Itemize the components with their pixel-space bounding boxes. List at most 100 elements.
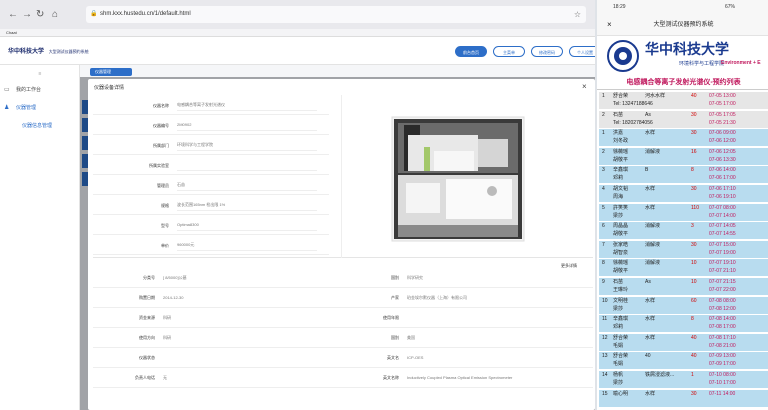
row-user: 周晶晶 [613,223,629,230]
sidebar-item-workbench[interactable]: ▭ 我的工作台 [4,85,76,95]
row-user: 张家皓 [613,241,629,248]
row-index: 4 [602,186,605,192]
row-user: 辛鑫琪 [613,167,629,174]
sidebar-item-instrument-mgmt[interactable]: ♟ 仪器管理 [4,103,76,113]
detail-value: 美国 [407,335,415,340]
row-end: 07-07 14:00 [709,212,736,219]
row-user: 徐薇瑶 [613,260,629,267]
row-end: 07-06 13:30 [709,156,736,163]
row-index: 7 [602,241,605,248]
reservation-row[interactable]: 8 徐薇瑶 消解液 10 07-07 19:10 [599,259,768,268]
reservation-row[interactable]: 2 徐薇瑶 消解液 16 07-06 12:05 [599,147,768,156]
close-icon[interactable]: × [607,14,612,36]
row-sample: 河水水样 [645,93,666,99]
row-count: 8 [691,167,694,174]
row-user: 舒合荣 [613,353,629,360]
row-contact: 胡智泉 [613,249,629,256]
field-value: Optima8300 [177,222,317,231]
reservation-row[interactable]: 6 周晶晶 消解液 3 07-07 14:05 [599,222,768,231]
row-sample: 水样 [645,334,656,341]
row-start: 07-06 09:00 [709,130,736,137]
reservation-row-sub: 刘冬政 07-06 12:00 [599,137,768,147]
detail-divider [93,367,593,368]
front-page-button[interactable]: 前台首页 [455,46,487,57]
sidebar-collapse-icon[interactable]: ≡ [4,69,76,79]
row-user: 石苗 [613,111,624,118]
row-start: 07-10 08:00 [709,372,736,378]
detail-label: 资金来源 [139,315,155,320]
home-icon[interactable]: ⌂ [52,9,58,20]
row-contact: Tel: 13247188646 [613,101,653,107]
instrument-detail-section: 更多详情 分类号[ 8/5000]公墓 国别 科学研究 购置日期 2014-12-30 产… [93,263,593,410]
field-divider [93,234,329,235]
row-count: 40 [691,93,697,99]
reservation-row-sub: 梁莎 07-08 12:00 [599,304,768,314]
reservation-row-sub: 周海 07-06 19:10 [599,193,768,202]
bookmark-item[interactable]: Chaat [6,30,17,35]
row-sample: 水样 [645,204,656,211]
logo-text: 华中科技大学 [8,49,45,55]
row-sample: 消解液 [645,260,661,267]
detail-value: [ 8/5000]公墓 [163,275,187,280]
logo-subtitle: 大型测试仪器预约系统 [48,49,89,54]
row-start: 07-07 19:10 [709,260,736,267]
detail-value: 2014-12-30 [163,295,184,300]
row-user: 徐薇瑶 [613,148,629,155]
reservation-row[interactable]: 15 喻心明 水样 30 07-11 14:00 [599,389,768,398]
reservation-row[interactable]: 7 张家皓 消解液 30 07-07 15:00 [599,240,768,249]
detail-label: 英文名称 [383,375,399,380]
row-index: 5 [602,204,605,211]
star-icon[interactable]: ☆ [574,6,581,23]
row-end: 07-09 17:00 [709,361,736,368]
change-password-button[interactable]: 修改密码 [531,46,563,57]
reservation-row[interactable]: 4 胡文韬 水样 30 07-06 17:10 [599,185,768,193]
status-battery: 67% [725,4,736,10]
back-icon[interactable]: ← [8,9,18,20]
settings-button[interactable]: 个人设置 [569,46,595,57]
reservation-row-sub: 梁莎 07-10 17:00 [599,379,768,388]
more-details-link[interactable]: 更多详情 [561,263,577,269]
field-value: 960000元 [177,242,317,251]
row-index: 9 [602,279,605,285]
row-index: 12 [602,334,608,341]
address-bar[interactable]: 🔒 shm.kxx.hustedu.cn/1/default.html ☆ [86,6,586,23]
row-start: 07-07 14:05 [709,223,736,230]
reservation-row[interactable]: 1 舒合荣 河水水样 40 07-05 13:00 [599,92,768,100]
row-contact: 毛娟 [613,342,624,349]
detail-label: 国别 [391,335,399,340]
sidebar-item-instrument-info[interactable]: 仪器信息管理 [4,121,76,131]
detail-divider [93,387,593,388]
field-label: 所属实验室 [149,163,169,168]
phone-title-bar: × 大型测试仪器预约系统 [597,14,768,36]
reservation-row[interactable]: 9 石苗 As 10 07-07 21:15 [599,278,768,286]
reservation-row[interactable]: 13 舒合荣 40 40 07-09 13:00 [599,352,768,361]
reload-icon[interactable]: ↻ [36,9,44,20]
sidebar: ≡ ▭ 我的工作台 ♟ 仪器管理 仪器信息管理 [0,65,80,410]
row-sample: As [645,111,651,118]
detail-value: 科学研究 [407,275,423,280]
reservation-row[interactable]: 14 杨帆 铁屑浸滤液... 1 07-10 08:00 [599,371,768,379]
reservation-row[interactable]: 1 洪嘉 水样 30 07-06 09:00 [599,129,768,138]
reservation-row-sub: 胡敬平 07-07 21:10 [599,267,768,277]
university-name: 华中科技大学 [645,43,729,58]
monitor-icon: ▭ [4,87,10,93]
main-menu-button[interactable]: 主菜单 [493,46,525,57]
reservation-row[interactable]: 10 文明桂 水样 60 07-08 08:00 [599,296,768,305]
close-icon[interactable]: × [582,82,587,91]
reservation-row[interactable]: 11 辛鑫琪 水样 8 07-08 14:00 [599,315,768,324]
row-start: 07-05 17:05 [709,111,736,118]
reservation-row[interactable]: 12 舒合荣 水样 40 07-08 17:10 [599,333,768,342]
reservation-row[interactable]: 3 辛鑫琪 B 8 07-06 14:00 [599,166,768,175]
field-value: 环境科学与工程学院 [177,142,317,151]
university-logo: 华中科技大学 大型测试仪器预约系统 [8,46,89,55]
field-divider [93,254,329,255]
row-sample: 水样 [645,297,656,304]
reservation-row[interactable]: 2 石苗 As 30 07-05 17:05 [599,110,768,119]
field-label: 单价 [161,243,169,248]
row-index: 1 [602,93,605,99]
forward-icon[interactable]: → [22,9,32,20]
row-user: 舒合荣 [613,93,629,99]
reservation-row[interactable]: 5 許笑笑 水样 110 07-07 08:00 [599,203,768,212]
row-sample: 铁屑浸滤液... [645,372,675,378]
tab-instrument-mgmt[interactable]: 仪器管理 [90,68,132,76]
